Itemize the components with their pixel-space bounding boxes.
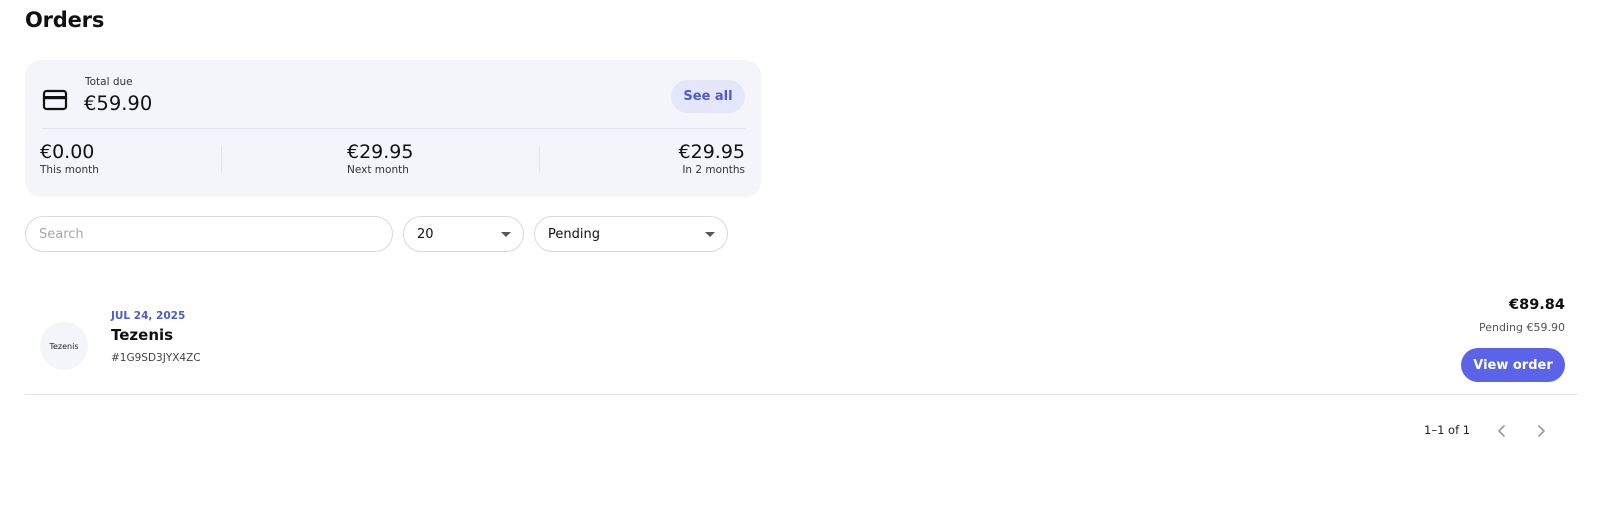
stat-label: Next month xyxy=(347,164,409,176)
order-id: #1G9SD3JYX4ZC xyxy=(111,352,201,364)
total-due-value: €59.90 xyxy=(84,92,153,115)
order-total: €89.84 xyxy=(1509,297,1565,313)
search-input[interactable] xyxy=(25,216,393,252)
total-due-label: Total due xyxy=(85,76,133,88)
stat-label: This month xyxy=(40,164,99,176)
status-select[interactable]: Pending xyxy=(534,216,728,252)
page-title: Orders xyxy=(25,8,105,32)
stat-amount: €0.00 xyxy=(40,141,95,163)
column-separator xyxy=(221,146,222,172)
caret-down-icon xyxy=(501,232,511,237)
order-date: JUL 24, 2025 xyxy=(111,310,186,322)
page-size-value: 20 xyxy=(417,226,434,242)
view-order-button[interactable]: View order xyxy=(1461,348,1565,382)
stat-amount: €29.95 xyxy=(678,141,745,163)
pagination-range: 1–1 of 1 xyxy=(1424,423,1471,437)
order-pending-amount: Pending €59.90 xyxy=(1479,321,1565,334)
see-all-button[interactable]: See all xyxy=(671,80,745,113)
chevron-left-icon[interactable] xyxy=(1490,419,1514,443)
order-row: Tezenis JUL 24, 2025 Tezenis #1G9SD3JYX4… xyxy=(25,284,1578,395)
caret-down-icon xyxy=(705,232,715,237)
status-value: Pending xyxy=(548,226,600,242)
stat-next-month: €29.95 Next month xyxy=(347,141,413,176)
card-divider xyxy=(41,128,745,129)
merchant-name: Tezenis xyxy=(111,326,174,344)
stat-amount: €29.95 xyxy=(347,141,414,163)
stat-this-month: €0.00 This month xyxy=(40,141,99,176)
credit-card-icon xyxy=(42,87,68,113)
total-due-card: Total due €59.90 See all €0.00 This mont… xyxy=(25,60,761,197)
stat-in-2-months: €29.95 In 2 months xyxy=(679,141,745,176)
column-separator xyxy=(539,146,540,172)
page-size-select[interactable]: 20 xyxy=(403,216,524,252)
merchant-logo: Tezenis xyxy=(40,322,88,370)
stat-label: In 2 months xyxy=(682,164,745,176)
chevron-right-icon[interactable] xyxy=(1529,419,1553,443)
